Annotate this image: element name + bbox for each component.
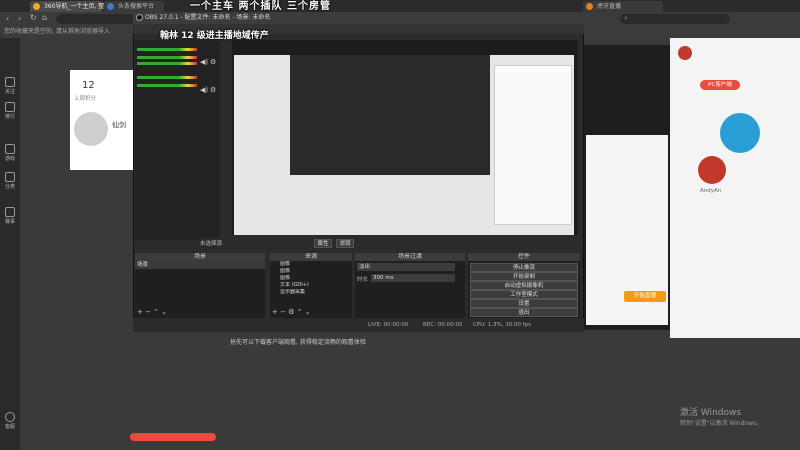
settings-button[interactable]: 设置 — [470, 299, 578, 308]
no-source-label: 未选择源 — [200, 241, 223, 247]
cpu-status: CPU: 1.3%, 30.00 fps — [473, 322, 532, 328]
heart-icon — [5, 77, 15, 87]
filters-button[interactable]: 滤镜 — [336, 239, 354, 248]
scenes-dock: 场景 场景 + − ⌃ ⌄ — [135, 253, 265, 318]
properties-button[interactable]: 属性 — [314, 239, 332, 248]
audio-meter — [137, 84, 197, 87]
nested-obs-capture — [290, 55, 490, 175]
audio-mixer-dock — [135, 40, 220, 240]
rec-status: REC: 00:00:00 — [423, 322, 463, 328]
promo-bar[interactable] — [130, 433, 216, 441]
add-icon[interactable]: + − ⚙ ⌃ ⌄ — [272, 308, 311, 316]
dock-title: 场景过渡 — [355, 253, 465, 261]
source-item[interactable]: 图像 — [270, 268, 352, 275]
obs-logo-icon — [136, 14, 143, 21]
trophy-icon — [5, 207, 15, 217]
exit-button[interactable]: 退出 — [470, 308, 578, 317]
sources-dock: 来源 图像 图像 图像 文本 (GDI+) 显示器采集 + − ⚙ ⌃ ⌄ — [270, 253, 352, 318]
home-icon[interactable]: ⌂ — [42, 13, 47, 22]
stat-card: 12 上周积分 仙剑 — [70, 70, 140, 170]
gear-icon[interactable]: ⚙ — [210, 58, 216, 66]
overlay-title: 翰林 12 级进主播地域传产 — [160, 31, 269, 41]
sidebar-item-rank[interactable]: 排行 — [0, 100, 20, 120]
stat-label: 上周积分 — [74, 96, 97, 102]
right-panel: PC客户端 AndyAn — [670, 38, 800, 338]
sidebar-item-games[interactable]: 游戏 — [0, 142, 20, 162]
back-icon[interactable]: ‹ — [6, 14, 9, 23]
tab-favicon-icon — [107, 3, 114, 10]
sidebar-item-service[interactable]: 客服 — [0, 410, 20, 430]
preview-capture — [234, 55, 574, 235]
obs-title-bar: OBS 27.0.1 - 配置文件: 未命名 - 场景: 未命名 — [133, 12, 584, 24]
promo-badge-icon — [720, 113, 760, 153]
search-input[interactable]: ⌕ — [620, 14, 730, 24]
gamepad-icon — [5, 144, 15, 154]
virtual-camera-button[interactable]: 启动虚拟摄像机 — [470, 281, 578, 290]
browser-tab[interactable]: 头条搜索平台 — [104, 1, 164, 12]
audio-meter — [137, 76, 197, 79]
overlay-banner: 一个主车 两个插队 三个房管 — [190, 1, 331, 12]
source-item[interactable]: 文本 (GDI+) — [270, 282, 352, 289]
browser-tab[interactable]: 虎牙直播 — [583, 1, 663, 12]
gear-icon[interactable]: ⚙ — [210, 86, 216, 94]
duration-label: 时长 — [357, 277, 369, 283]
grid-icon — [5, 172, 15, 182]
user-avatar[interactable] — [678, 46, 692, 60]
transitions-dock: 场景过渡 淡出 时长 300 ms — [355, 253, 465, 318]
browser-side-overlay: 开始直播 — [584, 45, 670, 330]
sidebar-item-category[interactable]: 分类 — [0, 170, 20, 190]
controls-dock: 控件 停止推流 开始录制 启动虚拟摄像机 工作室模式 设置 退出 — [468, 253, 580, 318]
preview-toolbar: 未选择源 属性 滤镜 — [200, 238, 580, 249]
nested-webview — [494, 65, 572, 225]
dock-title: 来源 — [270, 253, 352, 261]
go-live-button[interactable]: 开始直播 — [624, 291, 666, 302]
streamer-avatar[interactable] — [698, 156, 726, 184]
dock-title: 控件 — [468, 253, 580, 261]
tab-favicon-icon — [33, 3, 40, 10]
activate-windows-watermark: 激活 Windows 转到"设置"以激活 Windows。 — [680, 408, 763, 427]
studio-mode-button[interactable]: 工作室模式 — [470, 290, 578, 299]
audio-meter — [137, 62, 197, 65]
live-status: LIVE: 00:00:00 — [368, 322, 409, 328]
download-hint: 抢先可以下载客户端观看, 获得稳定流畅的观看体验 — [230, 339, 366, 346]
source-item[interactable]: 图像 — [270, 275, 352, 282]
speaker-icon[interactable]: ◀) — [200, 86, 208, 94]
avatar[interactable] — [74, 112, 108, 146]
forward-icon[interactable]: › — [18, 14, 21, 23]
dock-title: 场景 — [135, 253, 265, 261]
obs-status-bar: LIVE: 00:00:00 REC: 00:00:00 CPU: 1.3%, … — [133, 318, 584, 332]
search-icon: ⌕ — [624, 14, 628, 22]
sidebar-item-events[interactable]: 赛事 — [0, 205, 20, 225]
sidebar-item-follow[interactable]: 关注 — [0, 75, 20, 95]
tab-favicon-icon — [586, 3, 593, 10]
add-icon[interactable]: + − ⌃ ⌄ — [137, 308, 167, 316]
scene-item[interactable]: 场景 — [135, 261, 265, 269]
browser-tab[interactable]: 360导航_一个主页, 整个世界 — [30, 1, 122, 12]
pc-client-button[interactable]: PC客户端 — [700, 80, 740, 90]
stat-value: 12 — [82, 80, 95, 91]
speaker-icon[interactable]: ◀) — [200, 58, 208, 66]
source-item[interactable]: 显示器采集 — [270, 289, 352, 296]
duration-input[interactable]: 300 ms — [371, 274, 455, 282]
transition-select[interactable]: 淡出 — [357, 263, 455, 271]
streamer-name[interactable]: 仙剑 — [112, 120, 126, 130]
audio-meter — [137, 56, 197, 59]
stop-streaming-button[interactable]: 停止推流 — [470, 263, 578, 272]
refresh-icon[interactable]: ↻ — [30, 13, 37, 22]
user-name[interactable]: AndyAn — [700, 188, 721, 194]
headset-icon — [5, 412, 15, 422]
audio-meter — [137, 48, 197, 51]
source-item[interactable]: 图像 — [270, 261, 352, 268]
start-recording-button[interactable]: 开始录制 — [470, 272, 578, 281]
rank-icon — [5, 102, 15, 112]
